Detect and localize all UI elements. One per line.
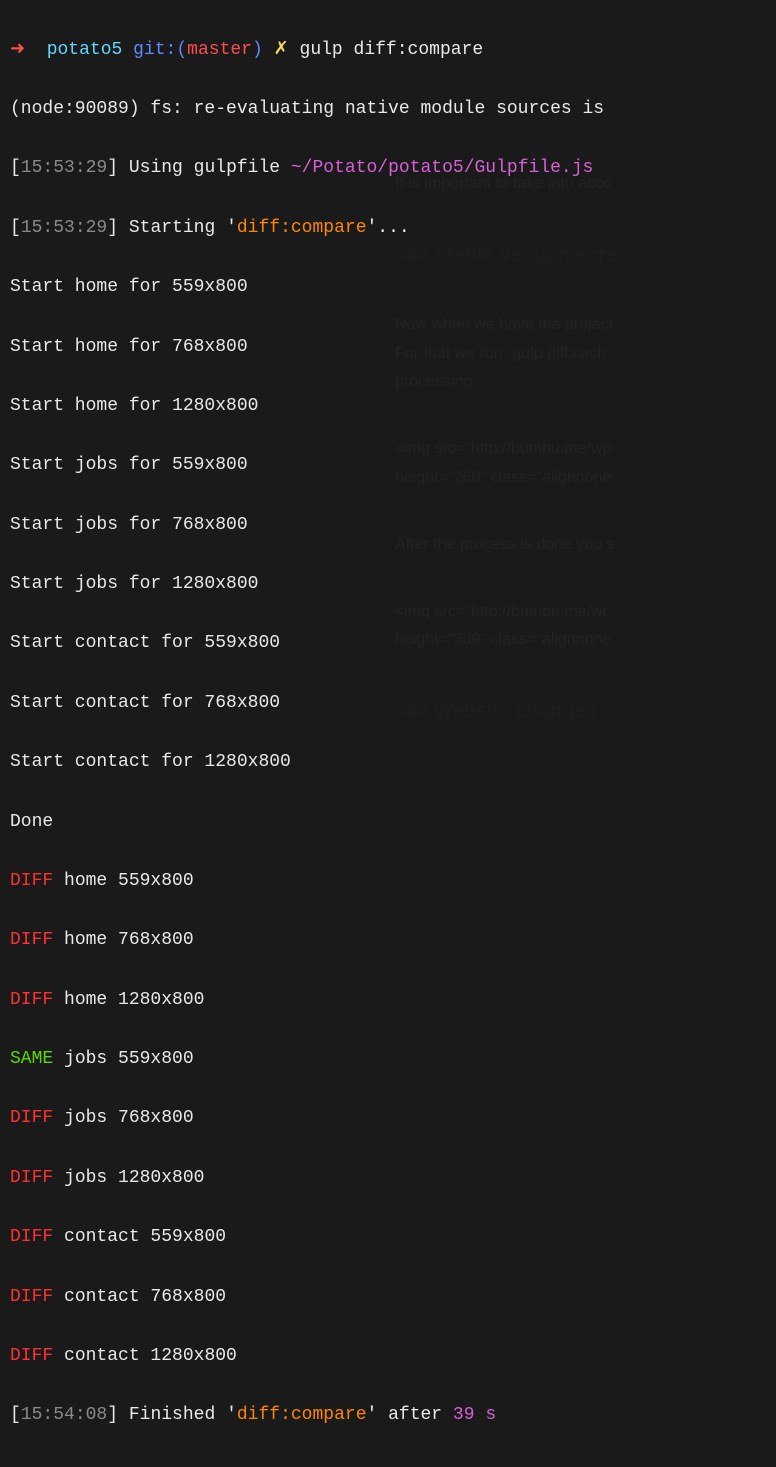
status-same: SAME — [10, 1049, 53, 1069]
status-diff: DIFF — [10, 1108, 53, 1128]
result-rest: contact 1280x800 — [53, 1346, 237, 1366]
result-line: DIFF contact 1280x800 — [10, 1342, 766, 1372]
timestamp: 15:54:08 — [21, 1405, 107, 1425]
status-diff: DIFF — [10, 1287, 53, 1307]
log-start-line: Start jobs for 1280x800 — [10, 570, 766, 600]
log-start-line: Start home for 768x800 — [10, 333, 766, 363]
status-diff: DIFF — [10, 1168, 53, 1188]
status-diff: DIFF — [10, 1346, 53, 1366]
prompt-dirty-icon: ✗ — [274, 40, 289, 60]
result-line: SAME jobs 559x800 — [10, 1045, 766, 1075]
log-finished: [15:54:08] Finished 'diff:compare' after… — [10, 1401, 766, 1431]
log-text: Starting ' — [118, 218, 237, 238]
status-diff: DIFF — [10, 1227, 53, 1247]
log-done: Done — [10, 808, 766, 838]
log-text: Using gulpfile — [118, 158, 291, 178]
log-start-line: Start jobs for 768x800 — [10, 511, 766, 541]
result-line: DIFF contact 559x800 — [10, 1223, 766, 1253]
duration: 39 s — [453, 1405, 496, 1425]
status-diff: DIFF — [10, 871, 53, 891]
log-text: '... — [367, 218, 410, 238]
bracket: [ — [10, 158, 21, 178]
bracket: ] — [107, 158, 118, 178]
result-line: DIFF home 768x800 — [10, 926, 766, 956]
gulpfile-path: ~/Potato/potato5/Gulpfile.js — [291, 158, 593, 178]
timestamp: 15:53:29 — [21, 158, 107, 178]
log-start-line: Start contact for 559x800 — [10, 629, 766, 659]
node-warning: (node:90089) fs: re-evaluating native mo… — [10, 95, 766, 125]
result-rest: contact 768x800 — [53, 1287, 226, 1307]
result-rest: jobs 768x800 — [53, 1108, 193, 1128]
bracket: ] — [107, 1405, 118, 1425]
bracket: ] — [107, 218, 118, 238]
task-name: diff:compare — [237, 1405, 367, 1425]
timestamp: 15:53:29 — [21, 218, 107, 238]
log-start-line: Start jobs for 559x800 — [10, 451, 766, 481]
prompt-git-label: git: — [133, 40, 176, 60]
log-start-line: Start contact for 1280x800 — [10, 748, 766, 778]
prompt-line: ➜ potato5 git:(master) ✗ gulp diff:compa… — [10, 36, 766, 66]
log-text: ' after — [367, 1405, 453, 1425]
log-start-line: Start home for 559x800 — [10, 273, 766, 303]
prompt-paren-open: ( — [176, 40, 187, 60]
result-line: DIFF contact 768x800 — [10, 1283, 766, 1313]
result-rest: home 768x800 — [53, 930, 193, 950]
status-diff: DIFF — [10, 930, 53, 950]
result-line: DIFF home 559x800 — [10, 867, 766, 897]
log-starting: [15:53:29] Starting 'diff:compare'... — [10, 214, 766, 244]
prompt-arrow-icon: ➜ — [10, 40, 25, 60]
prompt-dir: potato5 — [47, 40, 123, 60]
result-rest: contact 559x800 — [53, 1227, 226, 1247]
status-diff: DIFF — [10, 990, 53, 1010]
bracket: [ — [10, 218, 21, 238]
task-name: diff:compare — [237, 218, 367, 238]
log-text: Finished ' — [118, 1405, 237, 1425]
result-rest: jobs 1280x800 — [53, 1168, 204, 1188]
log-start-line: Start contact for 768x800 — [10, 689, 766, 719]
command-text: gulp diff:compare — [300, 40, 484, 60]
result-rest: jobs 559x800 — [53, 1049, 193, 1069]
result-line: DIFF jobs 1280x800 — [10, 1164, 766, 1194]
result-line: DIFF home 1280x800 — [10, 986, 766, 1016]
result-rest: home 1280x800 — [53, 990, 204, 1010]
log-using-gulpfile: [15:53:29] Using gulpfile ~/Potato/potat… — [10, 154, 766, 184]
log-start-line: Start home for 1280x800 — [10, 392, 766, 422]
result-rest: home 559x800 — [53, 871, 193, 891]
result-line: DIFF jobs 768x800 — [10, 1104, 766, 1134]
prompt-branch: master — [187, 40, 252, 60]
bracket: [ — [10, 1405, 21, 1425]
prompt-paren-close: ) — [252, 40, 263, 60]
terminal-output[interactable]: ➜ potato5 git:(master) ✗ gulp diff:compa… — [0, 0, 776, 1467]
